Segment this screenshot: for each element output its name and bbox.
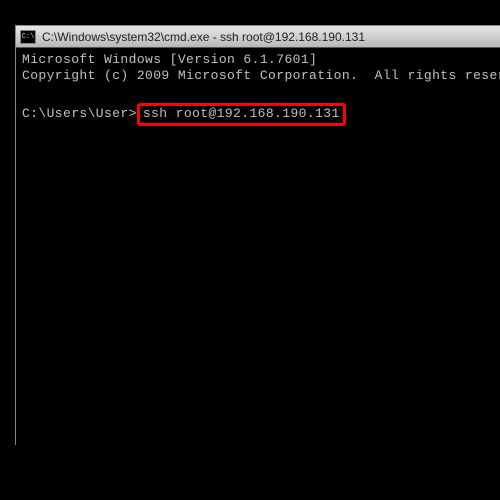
copyright-line: Copyright (c) 2009 Microsoft Corporation…	[22, 68, 499, 84]
cmd-icon-text: C:\	[22, 33, 35, 41]
titlebar[interactable]: C:\ C:\Windows\system32\cmd.exe - ssh ro…	[16, 26, 500, 48]
ssh-command: ssh root@192.168.190.131	[143, 106, 340, 121]
version-line: Microsoft Windows [Version 6.1.7601]	[22, 52, 499, 68]
command-highlight: ssh root@192.168.190.131	[137, 103, 346, 126]
terminal-area[interactable]: Microsoft Windows [Version 6.1.7601]Copy…	[16, 48, 500, 130]
prompt-line: C:\Users\User> ssh root@192.168.190.131	[22, 103, 499, 126]
blank-line	[22, 85, 499, 101]
cmd-icon: C:\	[20, 30, 36, 44]
window-title: C:\Windows\system32\cmd.exe - ssh root@1…	[42, 30, 365, 44]
cmd-window: C:\ C:\Windows\system32\cmd.exe - ssh ro…	[15, 25, 500, 445]
prompt-text: C:\Users\User>	[22, 106, 137, 121]
